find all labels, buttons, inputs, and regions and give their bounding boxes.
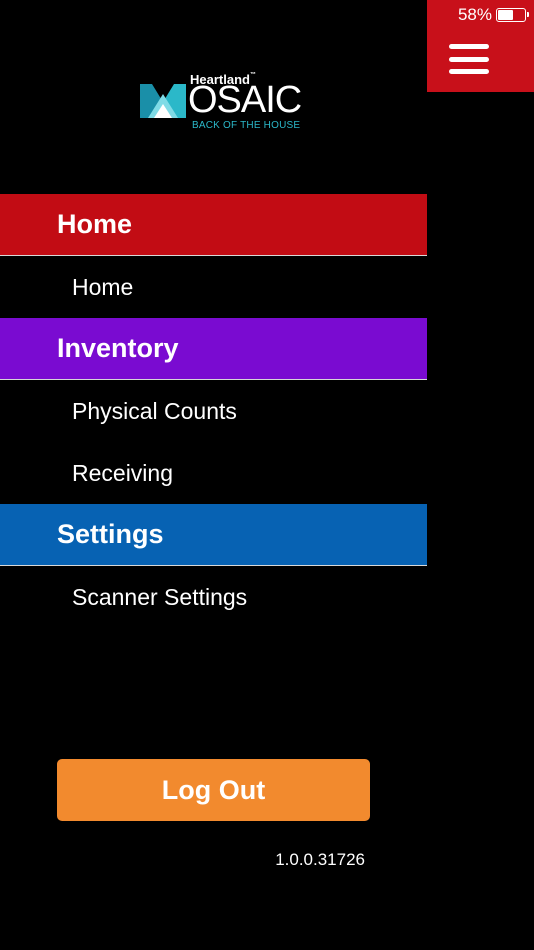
menu-item-home[interactable]: Home <box>0 256 427 318</box>
version-label: 1.0.0.31726 <box>275 850 365 869</box>
navigation-drawer: Heartland™ OSAIC BACK OF THE HOUSE Home … <box>0 0 427 950</box>
mosaic-logo: Heartland™ OSAIC BACK OF THE HOUSE <box>140 72 302 136</box>
battery-level <box>498 10 513 20</box>
battery-icon <box>496 8 529 22</box>
hamburger-icon <box>449 69 489 74</box>
logo-wordmark: OSAIC <box>188 79 302 121</box>
logo-m-icon <box>140 84 186 118</box>
log-out-button[interactable]: Log Out <box>57 759 370 821</box>
hamburger-icon <box>449 44 489 49</box>
section-header-inventory: Inventory <box>0 318 427 380</box>
battery-percentage: 58% <box>457 5 492 24</box>
section-header-home: Home <box>0 194 427 256</box>
logo-tagline: BACK OF THE HOUSE <box>192 120 301 131</box>
status-bar: 58% <box>457 4 529 26</box>
header-bar: 58% <box>427 0 534 92</box>
menu-toggle-button[interactable] <box>449 44 489 74</box>
section-header-settings: Settings <box>0 504 427 566</box>
menu-item-physical-counts[interactable]: Physical Counts <box>0 380 427 442</box>
hamburger-icon <box>449 56 489 62</box>
menu: Home Home Inventory Physical Counts Rece… <box>0 194 427 628</box>
menu-item-receiving[interactable]: Receiving <box>0 442 427 504</box>
menu-item-scanner-settings[interactable]: Scanner Settings <box>0 566 427 628</box>
